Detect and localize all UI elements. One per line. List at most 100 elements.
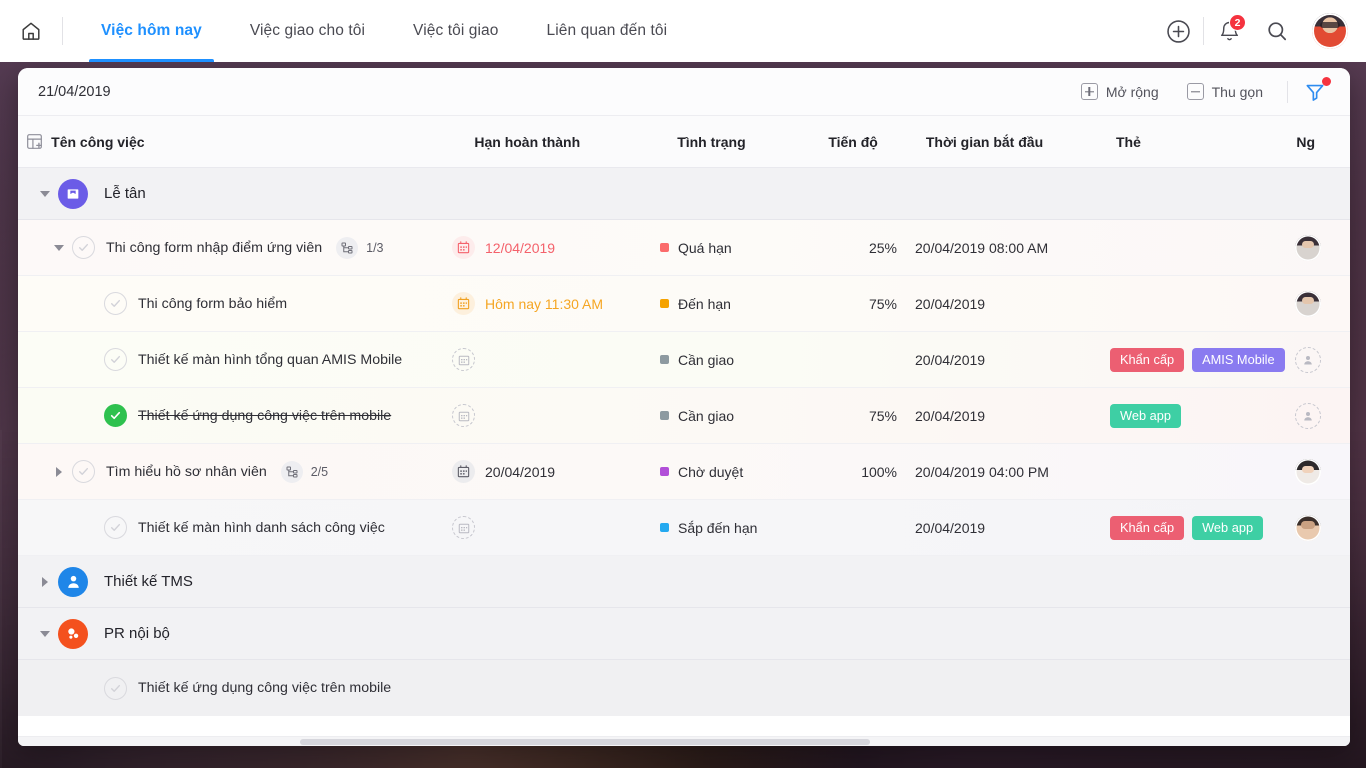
task-start-time[interactable]: 20/04/2019 04:00 PM bbox=[915, 464, 1110, 480]
task-due-date[interactable] bbox=[452, 404, 660, 427]
column-header-name[interactable]: Tên công việc bbox=[51, 134, 474, 150]
table-row[interactable]: Thiết kế ứng dụng công việc trên mobile … bbox=[18, 388, 1350, 444]
tab-label: Việc hôm nay bbox=[101, 22, 202, 39]
table-row[interactable]: Thi công form nhập điểm ứng viên 1/3 12/… bbox=[18, 220, 1350, 276]
task-assignee[interactable] bbox=[1295, 290, 1350, 317]
status-dot bbox=[660, 467, 669, 476]
bell-icon[interactable]: 2 bbox=[1206, 8, 1252, 54]
filter-icon[interactable] bbox=[1298, 75, 1332, 109]
task-due-date[interactable]: 12/04/2019 bbox=[452, 236, 660, 259]
add-assignee-icon[interactable] bbox=[1295, 402, 1321, 429]
expand-subtasks-toggle[interactable] bbox=[46, 466, 72, 477]
status-label: Cần giao bbox=[678, 407, 735, 424]
tag-chip[interactable]: Web app bbox=[1192, 515, 1264, 540]
task-due-date[interactable]: 20/04/2019 bbox=[452, 460, 660, 483]
task-checkbox[interactable] bbox=[72, 460, 95, 483]
table-row[interactable]: Thi công form bảo hiểm Hôm nay 11:30 AM … bbox=[18, 276, 1350, 332]
collapse-all-button[interactable]: Thu gọn bbox=[1173, 76, 1277, 108]
plus-circle-icon[interactable] bbox=[1155, 8, 1201, 54]
task-due-date[interactable]: Hôm nay 11:30 AM bbox=[452, 292, 660, 315]
task-checkbox[interactable] bbox=[104, 676, 127, 700]
task-checkbox[interactable] bbox=[104, 292, 127, 315]
task-start-time[interactable]: 20/04/2019 bbox=[915, 520, 1110, 536]
table-row[interactable]: Thiết kế màn hình tổng quan AMIS Mobile … bbox=[18, 332, 1350, 388]
column-header-tag[interactable]: Thẻ bbox=[1116, 134, 1296, 150]
collapse-toggle[interactable] bbox=[32, 630, 58, 637]
scrollbar-thumb[interactable] bbox=[300, 739, 870, 745]
expand-all-button[interactable]: Mở rộng bbox=[1067, 76, 1173, 108]
column-header-person[interactable]: Ng bbox=[1296, 134, 1350, 150]
task-start-time[interactable]: 20/04/2019 08:00 AM bbox=[915, 240, 1110, 256]
group-row[interactable]: Thiết kế TMS bbox=[18, 556, 1350, 608]
task-assignee[interactable] bbox=[1295, 346, 1350, 373]
task-progress[interactable]: 25% bbox=[815, 240, 915, 256]
task-due-date[interactable] bbox=[452, 516, 660, 539]
tab-lien-quan-den-toi[interactable]: Liên quan đến tôi bbox=[523, 0, 692, 62]
person-icon bbox=[58, 566, 88, 597]
home-icon[interactable] bbox=[0, 0, 62, 62]
avatar bbox=[1295, 234, 1321, 261]
group-label: PR nội bộ bbox=[104, 625, 170, 642]
expand-subtasks-toggle[interactable] bbox=[46, 244, 72, 251]
status-dot bbox=[660, 243, 669, 252]
task-table-scroll[interactable]: Tên công việc Hạn hoàn thành Tình trạng … bbox=[18, 116, 1350, 746]
task-tags[interactable]: Khẩn cấp Web app bbox=[1110, 515, 1295, 540]
calendar-icon bbox=[452, 236, 475, 259]
table-row[interactable]: Thiết kế màn hình danh sách công việc Sắ… bbox=[18, 500, 1350, 556]
column-header-status[interactable]: Tình trạng bbox=[677, 134, 828, 150]
task-table: Tên công việc Hạn hoàn thành Tình trạng … bbox=[18, 116, 1350, 716]
task-checkbox[interactable] bbox=[104, 348, 127, 371]
group-row[interactable]: Lễ tân bbox=[18, 168, 1350, 220]
task-checkbox[interactable] bbox=[104, 516, 127, 539]
task-status[interactable]: Cần giao bbox=[660, 352, 815, 368]
column-header-due[interactable]: Hạn hoàn thành bbox=[474, 134, 677, 150]
notification-badge: 2 bbox=[1229, 14, 1246, 31]
tag-chip[interactable]: Khẩn cấp bbox=[1110, 347, 1185, 372]
add-assignee-icon[interactable] bbox=[1295, 346, 1321, 373]
task-status[interactable]: Quá hạn bbox=[660, 240, 815, 256]
tab-viec-giao-cho-toi[interactable]: Việc giao cho tôi bbox=[226, 0, 389, 62]
task-checkbox[interactable] bbox=[72, 236, 95, 259]
task-due-date[interactable] bbox=[452, 348, 660, 371]
tab-viec-hom-nay[interactable]: Việc hôm nay bbox=[77, 0, 226, 62]
task-progress[interactable]: 75% bbox=[815, 408, 915, 424]
task-status[interactable]: Đến hạn bbox=[660, 296, 815, 312]
horizontal-scrollbar[interactable] bbox=[18, 736, 1350, 746]
collapse-toggle[interactable] bbox=[32, 576, 58, 587]
column-header-progress[interactable]: Tiến độ bbox=[828, 134, 926, 150]
search-icon[interactable] bbox=[1254, 8, 1300, 54]
table-row[interactable]: Tìm hiểu hồ sơ nhân viên 2/5 20/04/2019 … bbox=[18, 444, 1350, 500]
task-start-time[interactable]: 20/04/2019 bbox=[915, 352, 1110, 368]
column-header-start[interactable]: Thời gian bắt đầu bbox=[926, 134, 1116, 150]
task-assignee[interactable] bbox=[1295, 458, 1350, 485]
tab-viec-toi-giao[interactable]: Việc tôi giao bbox=[389, 0, 522, 62]
toolbar-divider bbox=[1287, 80, 1288, 103]
actions-divider bbox=[1203, 17, 1204, 45]
task-progress[interactable]: 100% bbox=[815, 464, 915, 480]
task-status[interactable]: Cần giao bbox=[660, 408, 815, 424]
tag-chip[interactable]: Web app bbox=[1110, 403, 1181, 428]
task-assignee[interactable] bbox=[1295, 514, 1350, 541]
filter-active-badge bbox=[1322, 76, 1331, 86]
task-tags[interactable]: Web app bbox=[1110, 403, 1295, 428]
task-assignee[interactable] bbox=[1295, 402, 1350, 429]
task-name: Thiết kế màn hình danh sách công việc bbox=[138, 519, 385, 536]
task-status[interactable]: Chờ duyệt bbox=[660, 464, 815, 480]
add-column-icon[interactable] bbox=[18, 132, 51, 151]
task-status[interactable]: Sắp đến hạn bbox=[660, 520, 815, 536]
tag-chip[interactable]: AMIS Mobile bbox=[1192, 347, 1285, 372]
task-assignee[interactable] bbox=[1295, 234, 1350, 261]
group-row[interactable]: PR nội bộ bbox=[18, 608, 1350, 660]
collapse-toggle[interactable] bbox=[32, 190, 58, 197]
avatar[interactable] bbox=[1312, 13, 1348, 49]
calendar-icon bbox=[452, 348, 475, 371]
task-start-time[interactable]: 20/04/2019 bbox=[915, 296, 1110, 312]
tag-chip[interactable]: Khẩn cấp bbox=[1110, 515, 1185, 540]
task-tags[interactable]: Khẩn cấp AMIS Mobile bbox=[1110, 347, 1295, 372]
task-start-time[interactable]: 20/04/2019 bbox=[915, 408, 1110, 424]
megaphone-icon bbox=[58, 618, 88, 649]
table-row[interactable]: Thiết kế ứng dụng công việc trên mobile bbox=[18, 660, 1350, 716]
task-progress[interactable]: 75% bbox=[815, 296, 915, 312]
task-checkbox[interactable] bbox=[104, 404, 127, 427]
status-label: Quá hạn bbox=[678, 239, 732, 256]
